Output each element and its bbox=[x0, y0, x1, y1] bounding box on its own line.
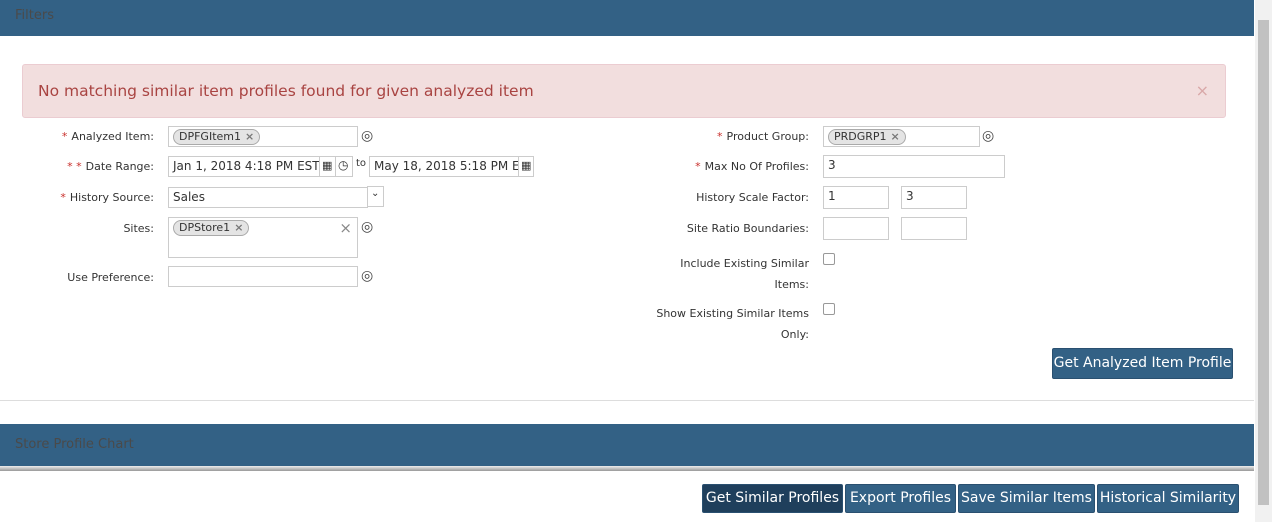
remove-tag-icon[interactable]: × bbox=[234, 221, 243, 234]
analyzed-item-label: * Analyzed Item: bbox=[61, 130, 154, 143]
filters-title: Filters bbox=[15, 8, 54, 23]
historical-similarity-button[interactable]: Historical Similarity bbox=[1097, 484, 1239, 513]
calendar-icon[interactable]: ▦ bbox=[518, 156, 534, 177]
product-group-tag: PRDGRP1 × bbox=[828, 129, 906, 145]
export-profiles-button[interactable]: Export Profiles bbox=[845, 484, 956, 513]
max-profiles-label: * Max No Of Profiles: bbox=[695, 160, 809, 173]
lookup-icon[interactable]: ◎ bbox=[361, 128, 377, 144]
include-existing-label: Include Existing Similar Items: bbox=[680, 257, 809, 291]
analyzed-item-tag: DPFGItem1 × bbox=[173, 129, 261, 145]
date-range-label: * * Date Range: bbox=[67, 160, 154, 173]
chevron-down-icon[interactable]: ⌄ bbox=[367, 186, 384, 207]
divider bbox=[0, 400, 1254, 401]
clear-icon[interactable]: × bbox=[339, 219, 352, 237]
history-scale-label: History Scale Factor: bbox=[696, 191, 809, 204]
lookup-icon[interactable]: ◎ bbox=[982, 128, 998, 144]
close-icon[interactable]: × bbox=[1196, 81, 1209, 100]
product-group-label: * Product Group: bbox=[717, 130, 809, 143]
history-source-select[interactable]: Sales bbox=[168, 187, 368, 208]
filters-header[interactable]: Filters bbox=[0, 0, 1254, 36]
show-existing-checkbox[interactable] bbox=[823, 303, 835, 315]
lookup-icon[interactable]: ◎ bbox=[361, 268, 377, 284]
date-from-input[interactable]: Jan 1, 2018 4:18 PM EST bbox=[168, 156, 320, 177]
sites-label: Sites: bbox=[123, 222, 154, 235]
history-source-label: * History Source: bbox=[60, 191, 154, 204]
store-profile-chart-header[interactable]: Store Profile Chart bbox=[0, 424, 1254, 466]
calendar-icon[interactable]: ▦ bbox=[319, 156, 336, 177]
to-label: to bbox=[356, 158, 367, 169]
divider bbox=[0, 466, 1254, 471]
get-analyzed-item-profile-button[interactable]: Get Analyzed Item Profile bbox=[1052, 348, 1233, 379]
sites-input[interactable]: DPStore1 × × bbox=[168, 217, 358, 258]
history-scale-min-input[interactable]: 1 bbox=[823, 186, 889, 209]
site-ratio-min-input[interactable] bbox=[823, 217, 889, 240]
sites-tag: DPStore1 × bbox=[173, 220, 250, 236]
alert-message: No matching similar item profiles found … bbox=[22, 64, 1226, 118]
show-existing-label: Show Existing Similar Items Only: bbox=[656, 307, 809, 341]
clock-icon[interactable]: ◷ bbox=[335, 156, 353, 177]
scrollbar-thumb[interactable] bbox=[1258, 20, 1269, 505]
site-ratio-max-input[interactable] bbox=[901, 217, 967, 240]
alert-text: No matching similar item profiles found … bbox=[38, 82, 534, 100]
max-profiles-input[interactable]: 3 bbox=[823, 155, 1005, 178]
product-group-input[interactable]: PRDGRP1 × bbox=[823, 126, 980, 147]
site-ratio-label: Site Ratio Boundaries: bbox=[686, 222, 809, 235]
use-preference-input[interactable] bbox=[168, 266, 358, 287]
use-preference-label: Use Preference: bbox=[67, 271, 154, 284]
chart-title: Store Profile Chart bbox=[15, 437, 134, 452]
get-similar-profiles-button[interactable]: Get Similar Profiles bbox=[702, 484, 843, 513]
date-to-input[interactable]: May 18, 2018 5:18 PM EDT bbox=[369, 156, 519, 177]
include-existing-checkbox[interactable] bbox=[823, 253, 835, 265]
lookup-icon[interactable]: ◎ bbox=[361, 219, 377, 235]
save-similar-items-button[interactable]: Save Similar Items bbox=[958, 484, 1095, 513]
remove-tag-icon[interactable]: × bbox=[891, 130, 900, 143]
analyzed-item-input[interactable]: DPFGItem1 × bbox=[168, 126, 358, 147]
history-scale-max-input[interactable]: 3 bbox=[901, 186, 967, 209]
remove-tag-icon[interactable]: × bbox=[245, 130, 254, 143]
